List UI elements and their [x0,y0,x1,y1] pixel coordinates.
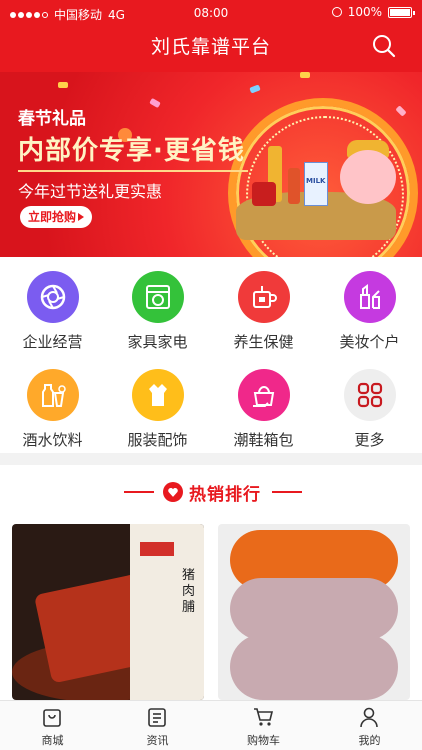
banner-kicker: 春节礼品 [18,109,86,129]
category-health[interactable]: 养生保健 [211,257,316,355]
category-label: 服装配饰 [127,431,188,449]
category-label: 潮鞋箱包 [233,431,294,449]
category-label: 美妆个户 [339,333,400,351]
confetti-decoration [249,84,261,94]
category-label: 企业经营 [22,333,83,351]
cart-icon [254,708,274,726]
package-tag [140,542,174,556]
search-icon[interactable] [372,34,396,58]
category-furniture-appliance[interactable]: 家具家电 [105,257,210,355]
bottle-illustration [288,168,300,204]
category-label: 更多 [354,431,385,449]
shop-bag-icon [43,709,61,727]
header-divider-left [124,491,154,493]
aperture-icon [27,271,79,323]
banner-subline: 今年过节送礼更实惠 [18,182,163,201]
jerky-package: 猪肉脯 [130,524,204,700]
promo-banner[interactable]: MILK 春节礼品 内部价专享·更省钱 今年过节送礼更实惠 立即抢购 [0,72,422,257]
hot-sales-title: 热销排行 [189,485,261,505]
page-title: 刘氏靠谱平台 [150,36,271,58]
category-cosmetics[interactable]: 美妆个户 [317,257,422,355]
status-right: 100% [331,5,415,19]
category-grid: 企业经营 家具家电 养生保健 美妆个户 酒水饮料 服装配饰 潮鞋箱包 更多 [0,257,422,453]
header-divider-right [272,491,302,493]
hot-sales-section: 热销排行 猪肉脯 [0,465,422,700]
user-icon [360,707,378,728]
product-card-persimmon[interactable] [218,524,410,700]
hot-sales-header: 热销排行 [0,479,422,505]
battery-icon [388,6,415,18]
category-enterprise[interactable]: 企业经营 [0,257,105,355]
banner-headline: 内部价专享·更省钱 [18,136,245,166]
top-bar: 中国移动 4G 08:00 100% 刘氏靠谱平台 [0,0,422,72]
milk-carton-label: MILK [306,177,326,185]
dress-icon [132,369,184,421]
drinks-icon [27,369,79,421]
can-illustration [252,182,276,206]
category-shoes-bags[interactable]: 潮鞋箱包 [211,355,316,453]
banner-divider [18,170,248,172]
tab-profile[interactable]: 我的 [317,701,422,750]
status-bar: 中国移动 4G 08:00 100% [0,0,422,26]
package-label: 猪肉脯 [182,568,196,615]
confetti-decoration [58,82,68,88]
news-icon [148,708,166,727]
milk-carton-illustration: MILK [304,162,328,206]
category-drinks[interactable]: 酒水饮料 [0,355,105,453]
tab-news[interactable]: 资讯 [105,701,210,750]
category-clothing[interactable]: 服装配饰 [105,355,210,453]
confetti-decoration [300,72,310,78]
confetti-decoration [395,105,407,117]
persimmon-illustration [230,634,398,700]
tab-cart[interactable]: 购物车 [211,701,316,750]
tab-label: 资讯 [146,734,169,747]
tab-label: 我的 [358,734,381,747]
category-label: 养生保健 [233,333,294,351]
bottom-tab-bar: 商城 资讯 购物车 我的 [0,700,422,750]
tab-label: 购物车 [247,734,280,747]
heart-icon [163,482,183,502]
tab-label: 商城 [41,734,64,747]
product-card-jerky[interactable]: 猪肉脯 [12,524,204,700]
battery-label: 100% [347,5,382,19]
washing-machine-icon [132,271,184,323]
pig-mascot-illustration [340,150,396,204]
rotation-lock-icon [331,7,342,17]
buy-now-button[interactable]: 立即抢购 [20,206,92,228]
teacup-icon [238,271,290,323]
tab-shop[interactable]: 商城 [0,701,105,750]
cosmetics-icon [344,271,396,323]
more-grid-icon [344,369,396,421]
category-label: 酒水饮料 [22,431,83,449]
category-more[interactable]: 更多 [317,355,422,453]
persimmon-illustration [230,578,398,640]
category-label: 家具家电 [127,333,188,351]
confetti-decoration [149,97,161,109]
handbag-icon [238,369,290,421]
